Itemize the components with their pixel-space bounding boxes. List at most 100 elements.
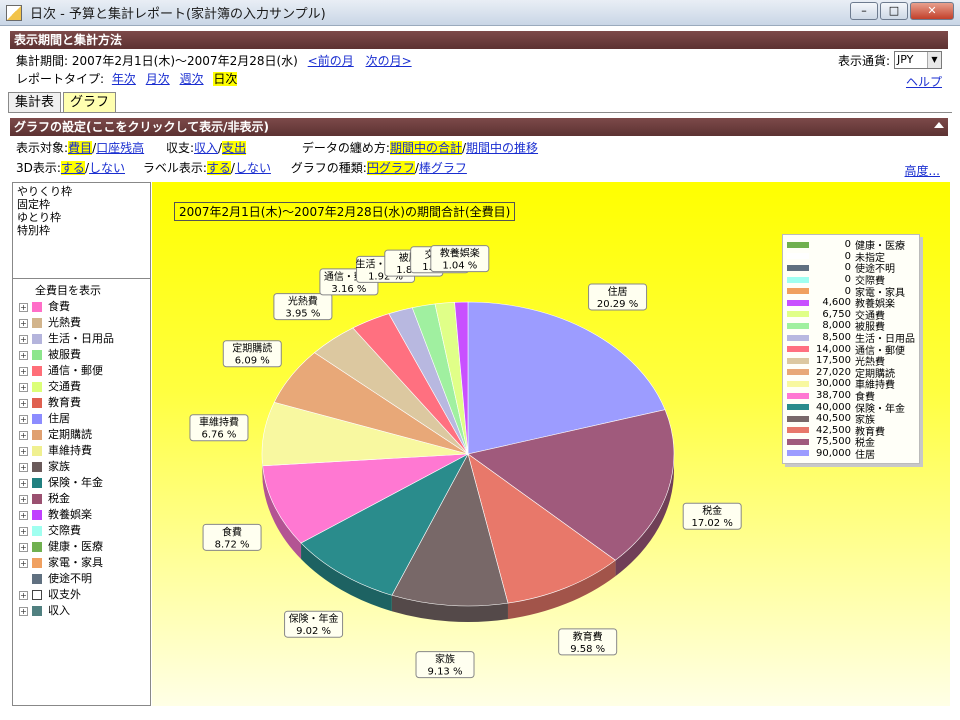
category-color-swatch (32, 494, 42, 504)
expand-icon[interactable]: + (19, 382, 28, 392)
tab-graph[interactable]: グラフ (63, 92, 117, 112)
expand-icon[interactable]: + (19, 590, 28, 600)
tree-item[interactable]: + 家電・家具 (15, 555, 148, 571)
legend-entry: 42,500 教育費 (787, 425, 915, 438)
expand-icon[interactable]: + (19, 478, 28, 488)
threed-on[interactable]: する (60, 161, 85, 175)
expand-icon[interactable]: + (19, 446, 28, 456)
pie-label-name: 教育費 (573, 630, 603, 643)
frame-item[interactable]: 固定枠 (17, 198, 146, 211)
label-label: ラベル表示: (142, 161, 207, 175)
expand-icon[interactable]: + (19, 350, 28, 360)
maximize-button[interactable]: □ (880, 2, 908, 20)
category-color-swatch (32, 510, 42, 520)
tree-item[interactable]: 使途不明 (15, 571, 148, 587)
show-all-categories[interactable]: 全費目を表示 (15, 283, 148, 299)
expand-icon[interactable]: + (19, 606, 28, 616)
tab-bar: 集計表 グラフ (8, 92, 118, 112)
expand-icon[interactable]: + (19, 430, 28, 440)
minimize-button[interactable]: – (850, 2, 878, 20)
target-category[interactable]: 費目 (68, 141, 93, 155)
tree-item[interactable]: + 収入 (15, 603, 148, 619)
tree-item[interactable]: + 健康・医療 (15, 539, 148, 555)
report-type-yearly[interactable]: 年次 (112, 72, 136, 86)
expand-icon[interactable]: + (19, 526, 28, 536)
chevron-down-icon[interactable]: ▼ (927, 52, 941, 68)
legend-entry: 27,020 定期購読 (787, 366, 915, 380)
expand-icon[interactable]: + (19, 542, 28, 552)
tree-item[interactable]: + 教養娯楽 (15, 507, 148, 523)
graph-settings-header[interactable]: グラフの設定(ここをクリックして表示/非表示) (10, 118, 948, 136)
pie-label: 家族9.13 % (415, 651, 475, 679)
period-section-header[interactable]: 表示期間と集計方法 (10, 31, 948, 49)
tree-item[interactable]: + 保険・年金 (15, 475, 148, 491)
frame-item[interactable]: やりくり枠 (17, 185, 146, 198)
income-option[interactable]: 収入 (194, 141, 218, 155)
tree-item[interactable]: + 家族 (15, 459, 148, 475)
tree-item[interactable]: + 住居 (15, 411, 148, 427)
report-type-monthly[interactable]: 月次 (146, 72, 170, 86)
expand-icon[interactable]: + (19, 414, 28, 424)
report-type-daily[interactable]: 日次 (213, 72, 238, 86)
currency-select[interactable]: JPY ▼ (894, 51, 942, 69)
tree-item-label: 住居 (48, 412, 70, 425)
tree-item[interactable]: + 被服費 (15, 347, 148, 363)
close-button[interactable]: ✕ (910, 2, 954, 20)
expand-icon[interactable]: + (19, 398, 28, 408)
label-on[interactable]: する (206, 161, 231, 175)
gtype-pie[interactable]: 円グラフ (366, 161, 415, 175)
expand-icon[interactable]: + (19, 494, 28, 504)
pie-label-percent: 3.16 % (331, 284, 366, 295)
tab-summary-table[interactable]: 集計表 (8, 92, 62, 112)
expand-icon[interactable] (19, 575, 28, 584)
pie-label-name: 食費 (222, 525, 242, 538)
pie-label-name: 車維持費 (199, 416, 239, 429)
tree-item[interactable]: + 収支外 (15, 587, 148, 603)
tree-item[interactable]: + 税金 (15, 491, 148, 507)
legend-value: 4,600 (822, 297, 851, 309)
frame-item[interactable]: 特別枠 (17, 224, 146, 237)
tree-item[interactable]: + 通信・郵便 (15, 363, 148, 379)
target-balance[interactable]: 口座残高 (96, 141, 144, 155)
expand-icon[interactable]: + (19, 318, 28, 328)
label-off[interactable]: しない (235, 161, 271, 175)
expand-icon[interactable]: + (19, 462, 28, 472)
gtype-bar[interactable]: 棒グラフ (419, 161, 467, 175)
currency-selector: 表示通貨: JPY ▼ (838, 51, 942, 69)
collapse-icon[interactable] (934, 122, 944, 128)
expand-icon[interactable]: + (19, 510, 28, 520)
tree-item[interactable]: + 食費 (15, 299, 148, 315)
tree-item[interactable]: + 光熱費 (15, 315, 148, 331)
pie-label: 食費8.72 % (202, 523, 262, 551)
expand-icon[interactable]: + (19, 558, 28, 568)
expense-option[interactable]: 支出 (222, 141, 247, 155)
tree-item-label: 定期購読 (48, 428, 92, 441)
tree-item[interactable]: + 交通費 (15, 379, 148, 395)
tree-item[interactable]: + 定期購読 (15, 427, 148, 443)
advanced-link[interactable]: 高度... (905, 162, 940, 179)
tree-item-label: 教養娯楽 (48, 508, 92, 521)
pie-label-name: 住居 (608, 285, 628, 298)
agg-trend[interactable]: 期間中の推移 (466, 141, 538, 155)
prev-month-link[interactable]: <前の月 (308, 54, 354, 68)
category-color-swatch (32, 334, 42, 344)
help-link[interactable]: ヘルプ (906, 73, 942, 90)
category-color-swatch (32, 414, 42, 424)
legend-value: 27,020 (816, 366, 851, 378)
threed-off[interactable]: しない (89, 161, 125, 175)
agg-total[interactable]: 期間中の合計 (389, 141, 462, 155)
expand-icon[interactable]: + (19, 302, 28, 312)
tree-item-label: 生活・日用品 (48, 332, 114, 345)
tree-item[interactable]: + 教育費 (15, 395, 148, 411)
frame-item[interactable]: ゆとり枠 (17, 211, 146, 224)
tree-item-label: 食費 (48, 300, 70, 313)
expand-icon[interactable]: + (19, 334, 28, 344)
expand-icon[interactable]: + (19, 366, 28, 376)
category-tree: 全費目を表示 + 食費 + 光熱費 + 生活・日用品 + 被服費 + 通信・郵便 + 交通費 + 教育費 +… (13, 279, 150, 623)
tree-item[interactable]: + 交際費 (15, 523, 148, 539)
legend-entry: 0 健康・医療 (787, 239, 915, 252)
tree-item[interactable]: + 生活・日用品 (15, 331, 148, 347)
tree-item[interactable]: + 車維持費 (15, 443, 148, 459)
next-month-link[interactable]: 次の月> (366, 54, 412, 68)
report-type-weekly[interactable]: 週次 (180, 72, 204, 86)
